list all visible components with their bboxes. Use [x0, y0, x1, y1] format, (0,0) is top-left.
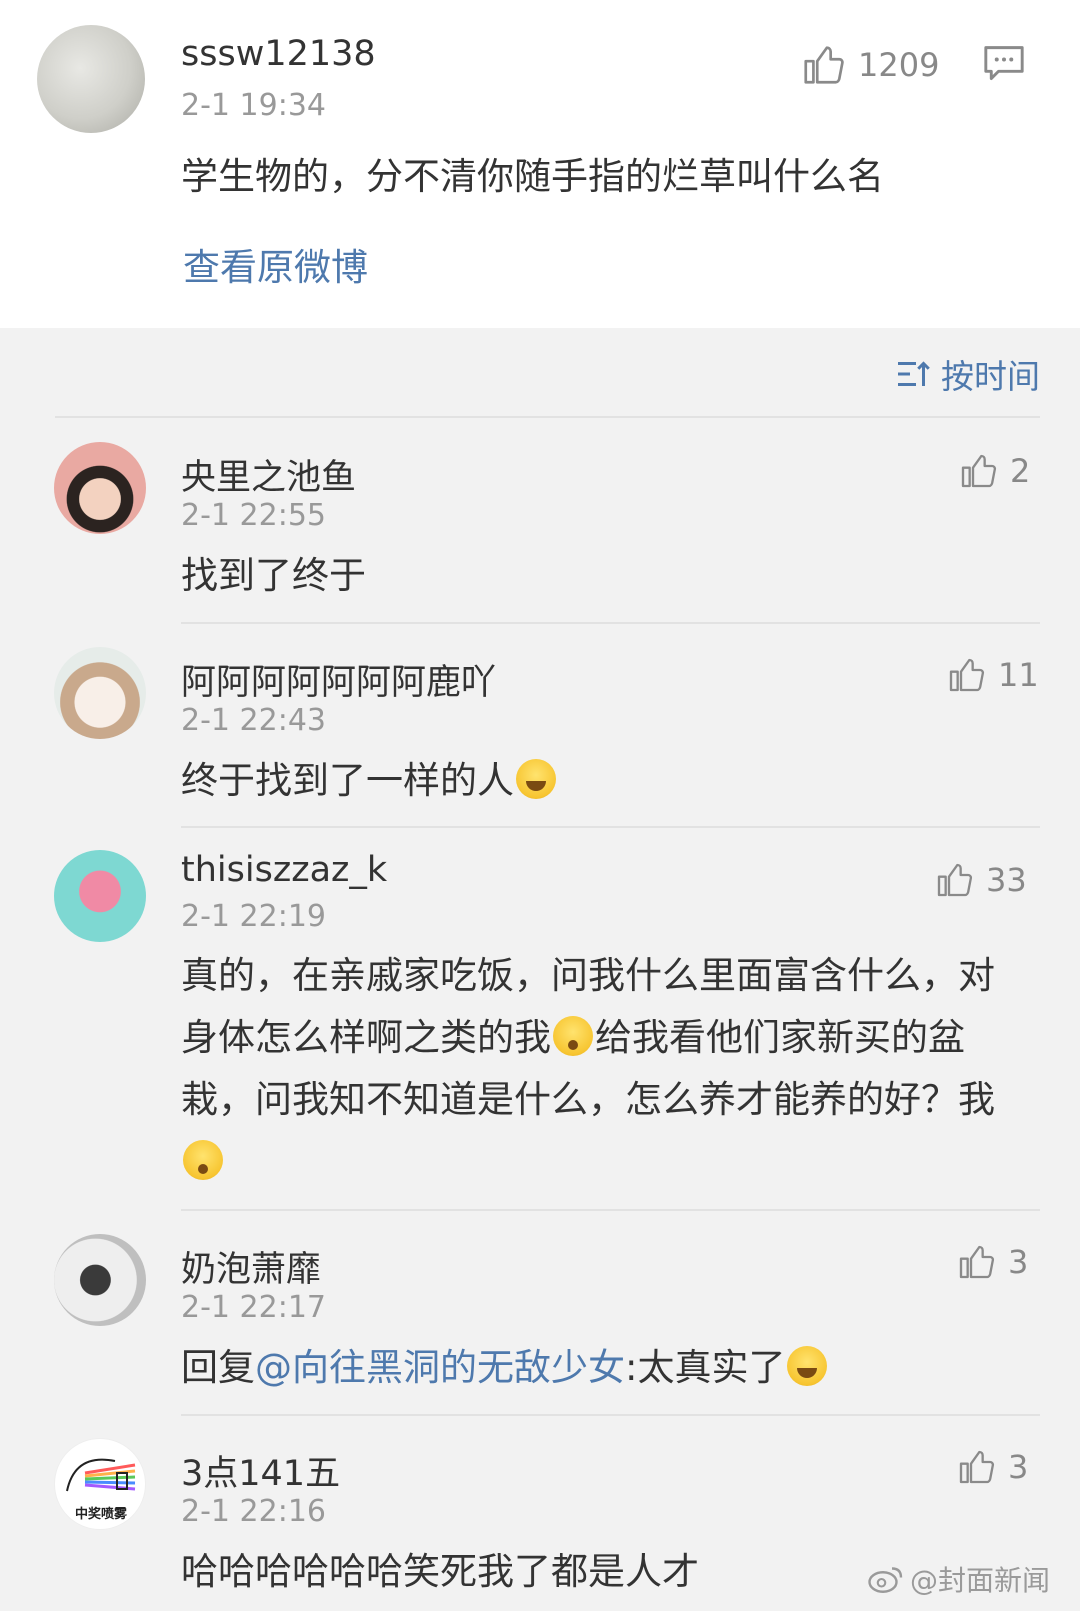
comment-username[interactable]: 3点141五 — [181, 1445, 340, 1496]
avatar[interactable] — [54, 1234, 146, 1326]
comment-time: 2-1 22:17 — [181, 1290, 326, 1325]
thumbs-up-icon — [959, 1245, 995, 1279]
comment-text: 回复@向往黑洞的无敌少女:太真实了 — [181, 1337, 829, 1399]
reply-text: :太真实了 — [625, 1346, 786, 1389]
wondering-emoji-icon — [553, 1016, 593, 1056]
mention-link[interactable]: @向往黑洞的无敌少女 — [255, 1346, 625, 1389]
comment-like-button[interactable]: 2 — [958, 451, 1030, 491]
weibo-logo-icon — [868, 1567, 903, 1593]
thumbs-up-icon — [804, 46, 844, 84]
comment-time: 2-1 22:16 — [181, 1494, 326, 1529]
divider — [181, 1209, 1040, 1211]
avatar[interactable] — [54, 442, 146, 534]
laughing-crying-emoji-icon — [516, 759, 556, 799]
thumbs-up-icon — [959, 1450, 995, 1484]
comment-like-count: 2 — [1010, 452, 1031, 490]
laughing-crying-emoji-icon — [787, 1346, 828, 1386]
comment-text: 终于找到了一样的人 — [181, 750, 558, 812]
original-post-card: sssw12138 2-1 19:34 1209 学生物的，分不清你随手指的烂草… — [0, 0, 1080, 328]
comment-like-count: 33 — [986, 861, 1027, 899]
avatar-caption: 中奖喷雾 — [74, 1507, 127, 1522]
comment-like-button[interactable]: 3 — [956, 1447, 1028, 1487]
comment-like-count: 3 — [1008, 1243, 1029, 1281]
reply-prefix: 回复 — [181, 1346, 255, 1389]
comment-text: 哈哈哈哈哈哈笑死我了都是人才 — [181, 1550, 699, 1593]
comment-like-count: 11 — [998, 656, 1039, 694]
comment-time: 2-1 22:19 — [181, 899, 326, 934]
avatar[interactable] — [37, 25, 145, 133]
comment-username[interactable]: 阿阿阿阿阿阿阿鹿吖 — [181, 654, 496, 705]
comment-username[interactable]: thisiszzaz_k — [181, 850, 387, 890]
wondering-emoji-icon — [183, 1140, 223, 1180]
thumbs-up-icon — [937, 863, 973, 897]
view-original-link[interactable]: 查看原微博 — [183, 237, 368, 291]
watermark: @封面新闻 — [868, 1559, 1050, 1599]
sort-by-time-button[interactable]: 按时间 — [895, 350, 1040, 398]
post-like-button[interactable]: 1209 — [800, 42, 939, 88]
watermark-text: @封面新闻 — [909, 1564, 1050, 1597]
comment-time: 2-1 22:43 — [181, 703, 326, 738]
divider — [181, 1414, 1040, 1416]
comment-icon[interactable] — [982, 44, 1026, 84]
post-username[interactable]: sssw12138 — [181, 34, 376, 74]
comment-like-button[interactable]: 11 — [946, 655, 1039, 695]
divider — [55, 416, 1040, 418]
avatar[interactable] — [54, 647, 146, 739]
comment-username[interactable]: 央里之池鱼 — [181, 449, 356, 500]
comment-like-count: 3 — [1008, 1448, 1029, 1486]
comment-like-button[interactable]: 3 — [956, 1242, 1028, 1282]
comment-username[interactable]: 奶泡萧靡 — [181, 1241, 321, 1292]
post-like-count: 1209 — [858, 46, 940, 84]
comment-text: 真的，在亲戚家吃饭，问我什么里面富含什么，对身体怎么样啊之类的我 给我看他们家新买… — [181, 945, 996, 1193]
post-time: 2-1 19:34 — [181, 88, 326, 123]
divider — [181, 622, 1040, 624]
sort-icon — [898, 361, 930, 386]
sort-label: 按时间 — [941, 357, 1040, 396]
avatar[interactable]: 中奖喷雾 — [54, 1438, 146, 1530]
comment-time: 2-1 22:55 — [181, 498, 326, 533]
comment-text-content: 终于找到了一样的人 — [181, 759, 514, 802]
comment-text: 找到了终于 — [181, 554, 366, 597]
thumbs-up-icon — [961, 454, 997, 488]
comment-like-button[interactable]: 33 — [934, 860, 1027, 900]
divider — [181, 826, 1040, 828]
rainbow-spray-icon — [66, 1458, 136, 1492]
avatar[interactable] — [54, 850, 146, 942]
post-text: 学生物的，分不清你随手指的烂草叫什么名 — [181, 155, 884, 198]
thumbs-up-icon — [949, 658, 985, 692]
